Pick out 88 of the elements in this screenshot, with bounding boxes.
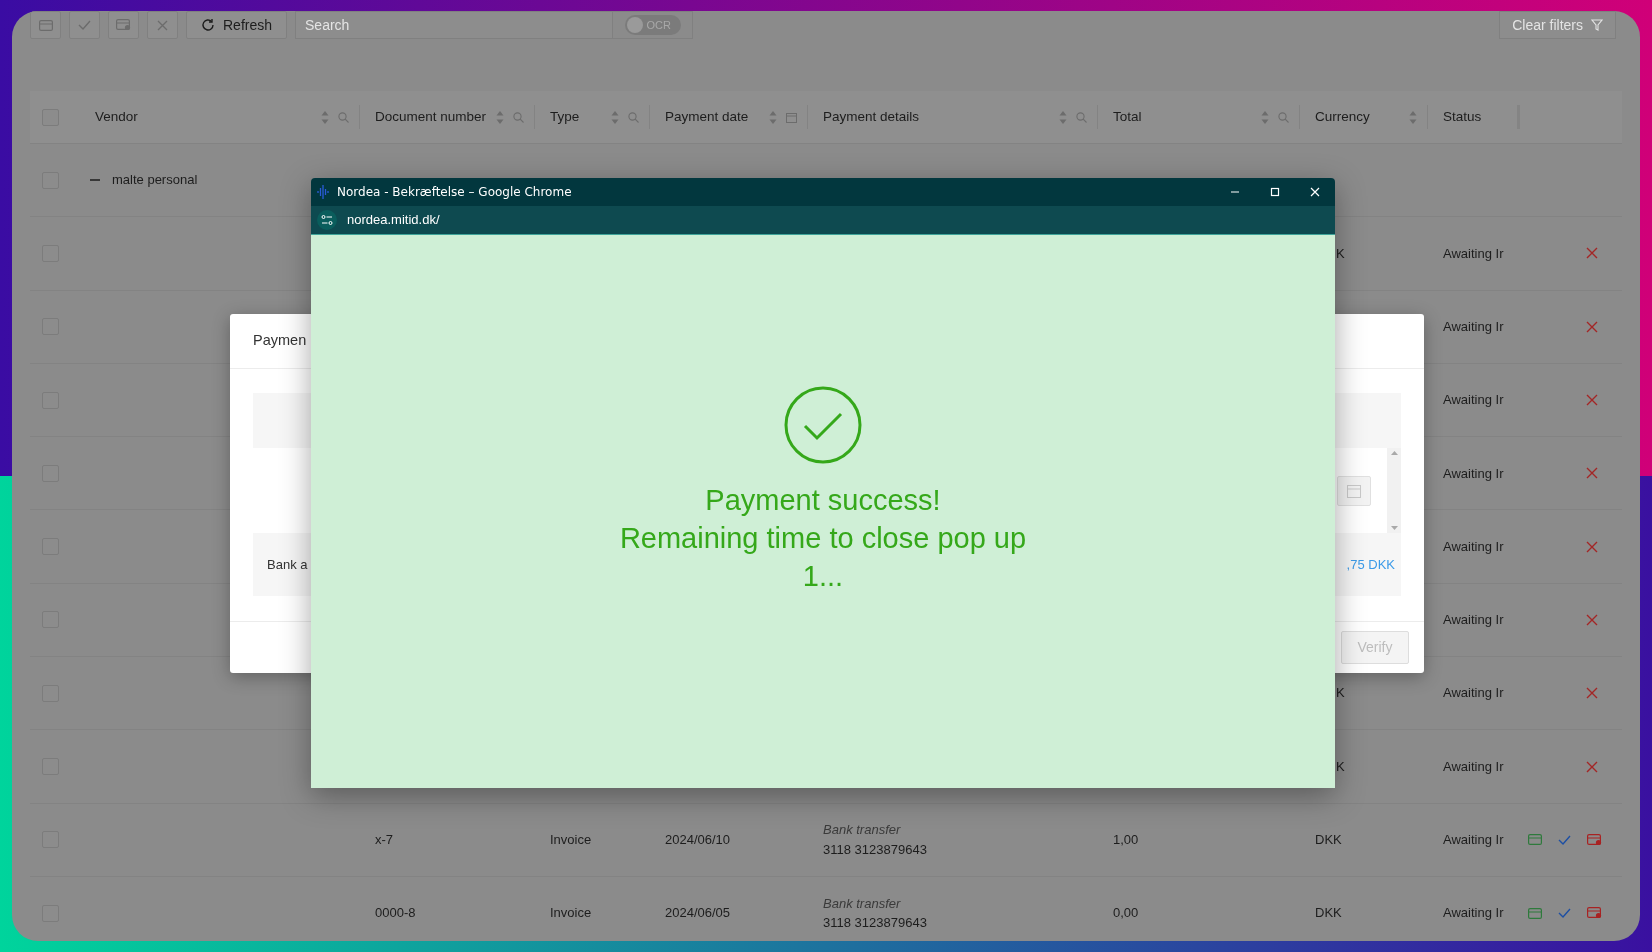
status-text: Awaiting Ir bbox=[1443, 538, 1504, 554]
status-text: Awaiting Ir bbox=[1443, 245, 1504, 261]
status-text: Awaiting Ir bbox=[1443, 685, 1504, 701]
card-icon[interactable] bbox=[38, 19, 53, 31]
table-cell: K bbox=[1336, 685, 1345, 701]
table-cell: Invoice bbox=[550, 905, 592, 921]
column-header[interactable]: Type bbox=[550, 106, 580, 128]
search-icon[interactable] bbox=[1278, 111, 1289, 123]
refresh-button[interactable]: Refresh bbox=[186, 11, 288, 39]
search-field[interactable]: Search bbox=[295, 11, 614, 39]
toolbar-button[interactable] bbox=[108, 11, 139, 39]
search-icon[interactable] bbox=[628, 111, 639, 123]
table-cell: DKK bbox=[1315, 832, 1342, 848]
window-title: Nordea - Bekræftelse – Google Chrome bbox=[337, 184, 572, 201]
sort-icon[interactable] bbox=[611, 110, 619, 124]
filter-icon bbox=[1591, 19, 1603, 31]
address-bar-url[interactable]: nordea.mitid.dk/ bbox=[347, 210, 440, 230]
status-text: Awaiting Ir bbox=[1443, 319, 1504, 334]
table-cell: 1,00 bbox=[1113, 832, 1139, 848]
table-cell-text: Bank transfer bbox=[823, 821, 902, 840]
cancel-icon[interactable] bbox=[1586, 394, 1598, 407]
cancel-icon[interactable] bbox=[1586, 540, 1598, 553]
toolbar-button[interactable] bbox=[30, 11, 61, 39]
sort-icon[interactable] bbox=[1409, 110, 1417, 124]
card-icon[interactable] bbox=[1528, 834, 1542, 846]
table-cell: K bbox=[1336, 758, 1345, 774]
table-cell: 0000-8 bbox=[375, 905, 416, 921]
sort-icon[interactable] bbox=[1059, 110, 1067, 124]
toolbar-button[interactable] bbox=[69, 11, 100, 39]
status-text: Awaiting Ir bbox=[1443, 392, 1504, 408]
cancel-icon[interactable] bbox=[1586, 247, 1598, 260]
sort-icon[interactable] bbox=[496, 110, 504, 124]
column-header[interactable]: Total bbox=[1113, 106, 1142, 128]
table-cell-text: 3118 3123879643 bbox=[823, 840, 928, 859]
calendar-icon[interactable] bbox=[786, 111, 797, 123]
column-header[interactable]: Vendor bbox=[95, 106, 138, 128]
audio-wave-icon bbox=[317, 185, 329, 199]
scroll-down-icon[interactable] bbox=[1390, 526, 1398, 530]
status-text: Awaiting Ir bbox=[1443, 612, 1504, 628]
cancel-icon[interactable] bbox=[1586, 687, 1598, 700]
table-cell: 0,00 bbox=[1113, 905, 1139, 921]
search-icon[interactable] bbox=[338, 111, 349, 123]
cancel-icon[interactable] bbox=[1586, 467, 1598, 480]
column-header[interactable]: Payment details bbox=[823, 106, 920, 128]
success-message: 1... bbox=[802, 559, 844, 594]
table-cell: K bbox=[1336, 245, 1345, 261]
column-header[interactable]: Status bbox=[1443, 106, 1482, 128]
sort-icon[interactable] bbox=[321, 110, 329, 124]
column-header[interactable]: Currency bbox=[1315, 106, 1370, 128]
site-settings-icon[interactable] bbox=[321, 215, 333, 225]
cancel-icon[interactable] bbox=[1586, 320, 1598, 333]
status-text: Awaiting Ir bbox=[1443, 758, 1504, 774]
check-icon[interactable] bbox=[1558, 834, 1571, 845]
sort-icon[interactable] bbox=[1261, 110, 1269, 124]
search-icon[interactable] bbox=[513, 111, 524, 123]
status-text: Awaiting Ir bbox=[1443, 832, 1504, 848]
success-message: Payment success! bbox=[705, 483, 941, 518]
cancel-icon[interactable] bbox=[1586, 613, 1598, 626]
table-cell: 2024/06/05 bbox=[665, 905, 731, 921]
column-header[interactable]: Document number bbox=[375, 106, 487, 128]
success-check-icon bbox=[783, 385, 863, 465]
status-text: Awaiting Ir bbox=[1443, 905, 1504, 921]
maximize-icon[interactable] bbox=[1270, 187, 1280, 197]
scroll-up-icon[interactable] bbox=[1390, 451, 1398, 455]
dialog-title: Paymen bbox=[253, 331, 307, 351]
date-picker-button[interactable] bbox=[1337, 475, 1371, 506]
group-label: malte personal bbox=[112, 171, 198, 190]
table-cell: x-7 bbox=[375, 832, 394, 848]
bank-label: Bank a bbox=[267, 555, 308, 574]
table-cell-text: Bank transfer bbox=[823, 894, 902, 913]
amount-link[interactable]: ,75 DKK bbox=[1342, 554, 1395, 575]
success-message: Remaining time to close pop up bbox=[619, 521, 1027, 556]
calendar-icon bbox=[1347, 483, 1361, 498]
status-text: Awaiting Ir bbox=[1443, 465, 1504, 481]
search-icon[interactable] bbox=[1076, 111, 1087, 123]
cancel-icon[interactable] bbox=[1586, 760, 1598, 773]
table-cell: 2024/06/10 bbox=[665, 832, 731, 848]
scrollbar[interactable] bbox=[1387, 448, 1401, 533]
card-icon[interactable] bbox=[1528, 907, 1542, 919]
check-icon[interactable] bbox=[1558, 908, 1571, 919]
column-header[interactable]: Payment date bbox=[665, 106, 749, 128]
sort-icon[interactable] bbox=[769, 110, 777, 124]
check-icon[interactable] bbox=[78, 20, 91, 30]
refresh-icon bbox=[201, 18, 215, 32]
table-cell: Invoice bbox=[550, 832, 592, 848]
toolbar-button[interactable] bbox=[147, 11, 178, 39]
table-cell: DKK bbox=[1315, 905, 1342, 921]
table-cell-text: 3118 3123879643 bbox=[823, 914, 928, 933]
